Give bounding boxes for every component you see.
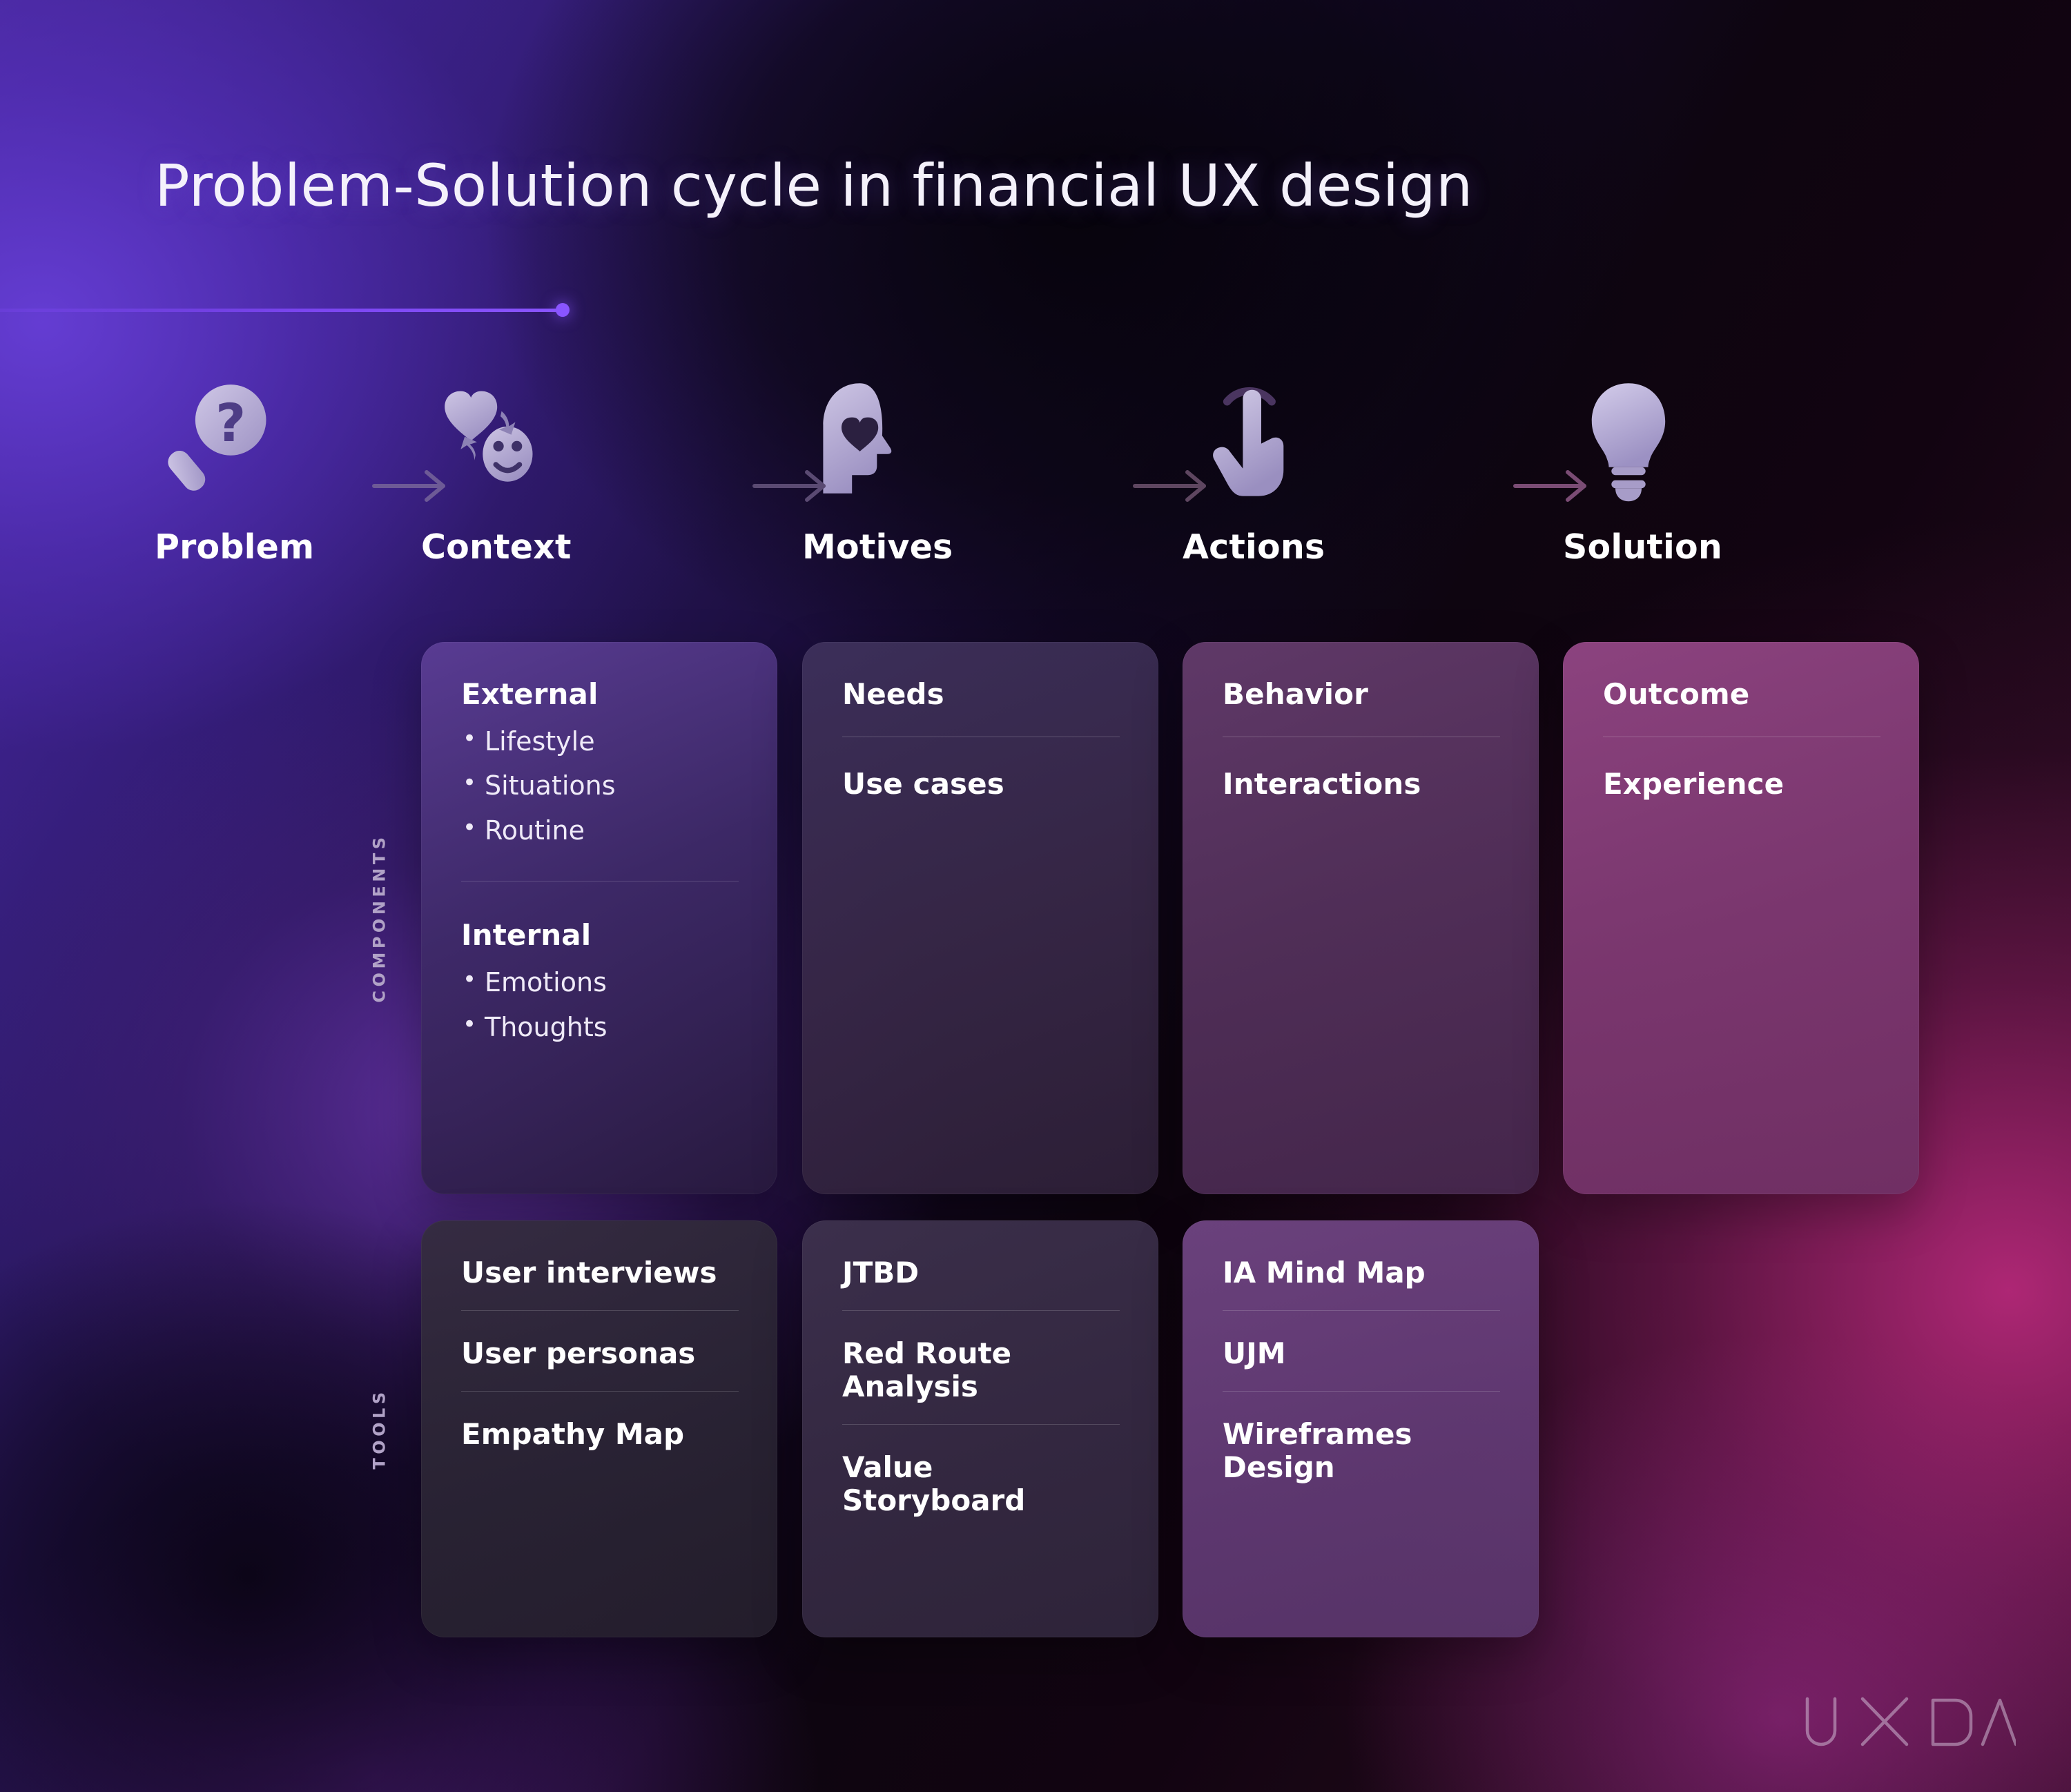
- step-motives: Motives: [802, 373, 1158, 567]
- group-heading: Interactions: [1223, 766, 1421, 801]
- list-item: JTBD: [842, 1256, 920, 1289]
- group-heading: Outcome: [1603, 677, 1750, 711]
- list-item: User personas: [461, 1336, 696, 1370]
- tap-hand-icon: [1183, 373, 1539, 504]
- list-item: Emotions: [461, 966, 739, 997]
- rail-label-components: COMPONENTS: [349, 780, 411, 1056]
- rail-text: COMPONENTS: [370, 833, 389, 1003]
- lightbulb-icon: [1563, 373, 1919, 504]
- divider: [461, 1390, 739, 1392]
- divider: [1223, 1390, 1500, 1392]
- list-item: Value Storyboard: [842, 1450, 1026, 1517]
- rail-text: TOOLS: [370, 1388, 390, 1470]
- group-heading: Needs: [842, 677, 944, 711]
- group-heading: External: [461, 677, 599, 711]
- uxda-logo: [1802, 1691, 2018, 1757]
- list-item: UJM: [1223, 1336, 1286, 1370]
- svg-text:?: ?: [215, 392, 246, 454]
- list-item: Situations: [461, 770, 739, 801]
- page-title: Problem-Solution cycle in financial UX d…: [155, 152, 1473, 220]
- arrow-right-icon: [752, 467, 835, 505]
- group-heading: Internal: [461, 918, 592, 953]
- step-label: Motives: [802, 527, 953, 567]
- accent-underline: [0, 309, 563, 312]
- head-heart-icon: [802, 373, 1158, 504]
- list-item: Empathy Map: [461, 1416, 685, 1451]
- list-item: User interviews: [461, 1256, 717, 1289]
- divider: [461, 881, 739, 882]
- tools-card-motives[interactable]: JTBD Red Route Analysis Value Storyboard: [802, 1220, 1158, 1637]
- step-actions: Actions: [1183, 373, 1539, 567]
- components-card-motives[interactable]: Needs Use cases: [802, 642, 1158, 1194]
- accent-dot: [556, 303, 570, 317]
- step-solution: Solution: [1563, 373, 1919, 567]
- group-heading: Experience: [1603, 766, 1785, 801]
- list-item: Routine: [461, 815, 739, 846]
- group-heading: Behavior: [1223, 677, 1368, 711]
- step-label: Context: [421, 527, 572, 567]
- divider: [842, 1423, 1120, 1425]
- components-card-actions[interactable]: Behavior Interactions: [1183, 642, 1539, 1194]
- rail-label-tools: TOOLS: [349, 1325, 411, 1532]
- list-item: Red Route Analysis: [842, 1336, 1012, 1403]
- bullet-list: Lifestyle Situations Routine: [461, 725, 739, 846]
- components-card-context[interactable]: External Lifestyle Situations Routine In…: [421, 642, 777, 1194]
- bullet-list: Emotions Thoughts: [461, 966, 739, 1042]
- step-label: Solution: [1563, 527, 1723, 567]
- step-label: Actions: [1183, 527, 1325, 567]
- tools-card-context[interactable]: User interviews User personas Empathy Ma…: [421, 1220, 777, 1637]
- tools-card-actions[interactable]: IA Mind Map UJM Wireframes Design: [1183, 1220, 1539, 1637]
- divider: [842, 1309, 1120, 1311]
- divider: [1223, 1309, 1500, 1311]
- step-context: Context: [421, 373, 777, 567]
- components-card-solution[interactable]: Outcome Experience: [1563, 642, 1919, 1194]
- arrow-right-icon: [371, 467, 454, 505]
- arrow-right-icon: [1132, 467, 1215, 505]
- arrow-right-icon: [1513, 467, 1595, 505]
- list-item: Wireframes Design: [1223, 1416, 1412, 1484]
- heart-smiley-cycle-icon: [421, 373, 777, 504]
- list-item: Thoughts: [461, 1011, 739, 1042]
- divider: [461, 1309, 739, 1311]
- group-heading: Use cases: [842, 766, 1004, 801]
- list-item: Lifestyle: [461, 725, 739, 757]
- list-item: IA Mind Map: [1223, 1256, 1426, 1289]
